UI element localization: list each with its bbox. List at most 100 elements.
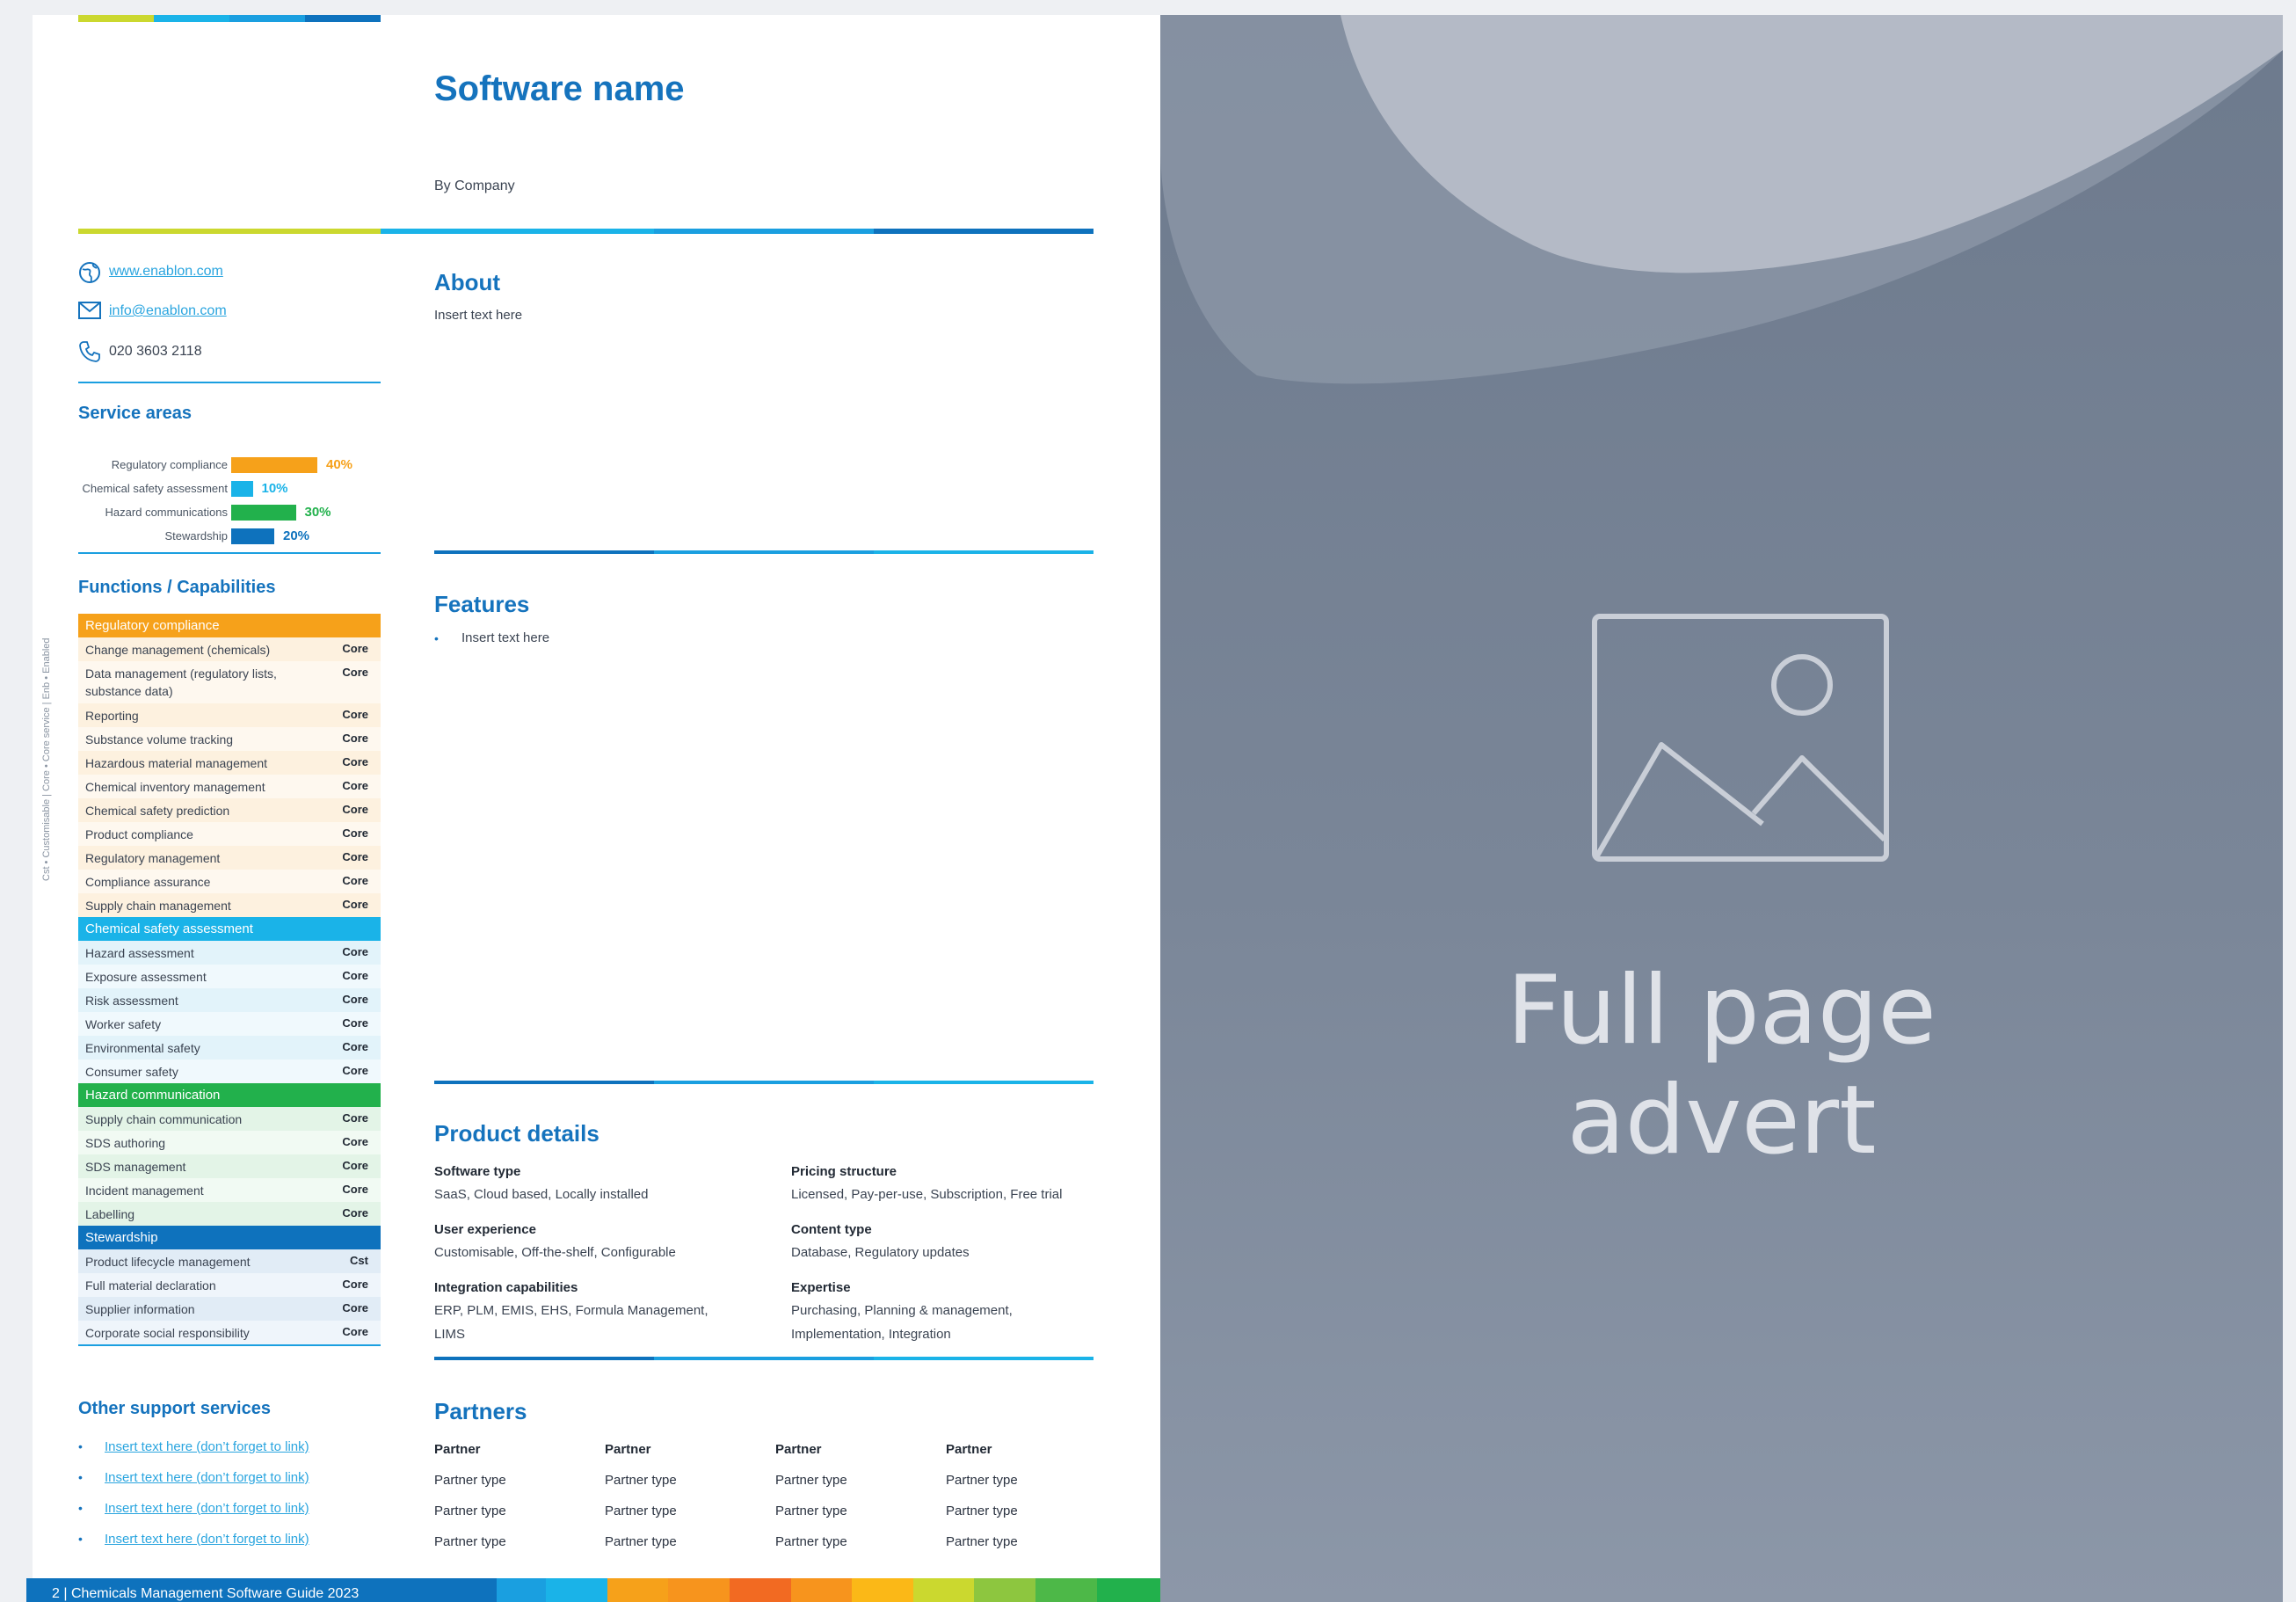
support-link[interactable]: Insert text here (don’t forget to link): [105, 1501, 309, 1516]
section-divider: [434, 1357, 1094, 1360]
partner-header: Partner: [434, 1442, 481, 1457]
capability-value: Core: [342, 666, 368, 679]
capability-name: Chemical inventory management: [85, 780, 265, 794]
capability-value: Core: [342, 1301, 368, 1314]
support-title: Other support services: [78, 1399, 271, 1418]
capability-row: Corporate social responsibility Core: [78, 1321, 381, 1344]
content-type-label: Content type: [791, 1222, 872, 1237]
integration-label: Integration capabilities: [434, 1280, 578, 1295]
capability-value: Core: [342, 755, 368, 768]
decorative-curves: [1160, 15, 2283, 384]
globe-icon: [78, 261, 101, 284]
capability-value: Core: [342, 1278, 368, 1291]
capability-group-header: Chemical safety assessment: [78, 917, 381, 941]
feature-item: Insert text here: [461, 630, 550, 645]
capability-name: SDS management: [85, 1160, 186, 1174]
capability-name: Data management (regulatory lists, subst…: [85, 666, 277, 698]
right-page-advert: Full page advert: [1160, 15, 2283, 1602]
support-bullet: •: [78, 1439, 83, 1453]
service-area-percent: 40%: [326, 457, 353, 472]
ux-value: Customisable, Off-the-shelf, Configurabl…: [434, 1245, 676, 1260]
capability-value: Core: [342, 1183, 368, 1196]
phone-icon: [78, 340, 101, 363]
capability-row: Consumer safety Core: [78, 1060, 381, 1083]
capability-value: Core: [342, 969, 368, 982]
capability-row: Full material declaration Core: [78, 1273, 381, 1297]
section-divider: [434, 550, 1094, 554]
service-area-label: Hazard communications: [105, 506, 228, 519]
product-details-title: Product details: [434, 1120, 599, 1147]
capability-row: Substance volume tracking Core: [78, 727, 381, 751]
pricing-label: Pricing structure: [791, 1164, 897, 1179]
service-area-bar: [231, 528, 274, 544]
service-area-bar: [231, 457, 317, 473]
capability-name: Chemical safety prediction: [85, 804, 230, 818]
partner-type: Partner type: [605, 1534, 677, 1549]
capabilities-title: Functions / Capabilities: [78, 578, 276, 597]
partner-type: Partner type: [946, 1534, 1018, 1549]
support-bullet: •: [78, 1501, 83, 1515]
capability-row: Worker safety Core: [78, 1012, 381, 1036]
capability-row: Product compliance Core: [78, 822, 381, 846]
phone-number: 020 3603 2118: [109, 344, 202, 359]
expertise-label: Expertise: [791, 1280, 851, 1295]
capability-value: Core: [342, 898, 368, 911]
capability-name: Risk assessment: [85, 994, 178, 1008]
capability-row: SDS authoring Core: [78, 1131, 381, 1154]
capability-name: Incident management: [85, 1183, 204, 1198]
expertise-value: Purchasing, Planning & management, Imple…: [791, 1303, 1013, 1342]
document-spread: Software name By Company www.enablon.com…: [0, 0, 2296, 1602]
website-link[interactable]: www.enablon.com: [109, 264, 223, 280]
partner-type: Partner type: [434, 1473, 506, 1488]
capability-value: Core: [342, 945, 368, 958]
capability-row: Product lifecycle management Cst: [78, 1249, 381, 1273]
ux-label: User experience: [434, 1222, 536, 1237]
partner-header: Partner: [946, 1442, 992, 1457]
support-link[interactable]: Insert text here (don’t forget to link): [105, 1532, 309, 1547]
capability-row: Compliance assurance Core: [78, 870, 381, 893]
capability-group-header: Regulatory compliance: [78, 614, 381, 637]
capability-row: Environmental safety Core: [78, 1036, 381, 1060]
capability-name: Hazard assessment: [85, 946, 194, 960]
about-title: About: [434, 269, 501, 295]
capability-row: Data management (regulatory lists, subst…: [78, 661, 381, 703]
email-link[interactable]: info@enablon.com: [109, 303, 227, 319]
about-text: Insert text here: [434, 308, 523, 323]
divider: [78, 382, 381, 383]
capability-name: Corporate social responsibility: [85, 1326, 250, 1340]
capability-value: Cst: [350, 1254, 368, 1267]
capabilities-bottom-rule: [78, 1344, 381, 1346]
capability-row: Exposure assessment Core: [78, 965, 381, 988]
capability-value: Core: [342, 803, 368, 816]
left-page: Software name By Company www.enablon.com…: [26, 15, 1161, 1602]
service-area-percent: 10%: [261, 481, 288, 496]
feature-bullet: •: [434, 631, 439, 645]
legend-vertical: Cst • Customisable | Core • Core service…: [41, 637, 52, 882]
software-title: Software name: [434, 69, 685, 108]
capability-row: SDS management Core: [78, 1154, 381, 1178]
integration-value: ERP, PLM, EMIS, EHS, Formula Management,…: [434, 1303, 708, 1342]
service-area-label: Stewardship: [164, 529, 228, 542]
capability-row: Supply chain communication Core: [78, 1107, 381, 1131]
service-area-bar: [231, 505, 296, 521]
capability-name: Change management (chemicals): [85, 643, 271, 657]
capability-value: Core: [342, 779, 368, 792]
capability-value: Core: [342, 993, 368, 1006]
support-link[interactable]: Insert text here (don’t forget to link): [105, 1470, 309, 1485]
features-title: Features: [434, 591, 530, 617]
capability-row: Change management (chemicals) Core: [78, 637, 381, 661]
content-type-value: Database, Regulatory updates: [791, 1245, 970, 1260]
top-color-stripe: [78, 15, 381, 22]
capability-name: Supply chain communication: [85, 1112, 243, 1126]
capability-name: Compliance assurance: [85, 875, 211, 889]
software-type-value: SaaS, Cloud based, Locally installed: [434, 1187, 649, 1202]
service-area-percent: 20%: [283, 528, 310, 543]
capability-name: Product lifecycle management: [85, 1255, 251, 1269]
capability-row: Hazardous material management Core: [78, 751, 381, 775]
capability-row: Incident management Core: [78, 1178, 381, 1202]
capability-row: Regulatory management Core: [78, 846, 381, 870]
pricing-value: Licensed, Pay-per-use, Subscription, Fre…: [791, 1187, 1063, 1202]
support-link[interactable]: Insert text here (don’t forget to link): [105, 1439, 309, 1454]
capability-name: Reporting: [85, 709, 139, 723]
capability-value: Core: [342, 1016, 368, 1030]
